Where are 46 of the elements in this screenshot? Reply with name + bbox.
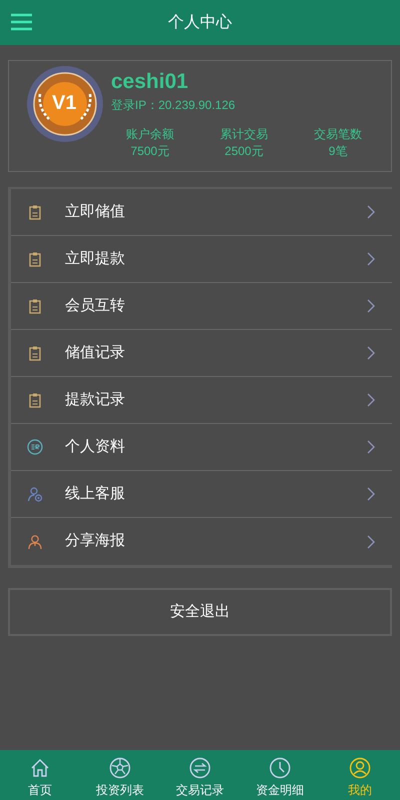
chevron-right-icon: [367, 205, 375, 219]
level-label: V1: [52, 91, 76, 116]
menu-item[interactable]: 立即提款: [11, 236, 392, 283]
menu-item[interactable]: 线上客服: [11, 471, 392, 518]
clipboard-icon: [27, 204, 43, 220]
tab-bar-item[interactable]: 资金明细: [240, 750, 320, 800]
level-badge-icon: [27, 66, 103, 142]
stat-value: 7500元: [130, 143, 170, 160]
clipboard-icon: [27, 298, 43, 314]
stat-value: 9笔: [328, 143, 348, 160]
chevron-right-icon: [367, 440, 375, 454]
tab-bar-item[interactable]: 投资列表: [80, 750, 160, 800]
logout-button[interactable]: 安全退出: [8, 588, 392, 636]
user-icon: [349, 757, 371, 779]
chevron-right-icon: [367, 252, 375, 266]
login-ip: 登录IP：20.239.90.126: [111, 97, 236, 114]
tab-bar-item[interactable]: 首页: [0, 750, 80, 800]
ball-icon: [109, 757, 131, 779]
person-icon: [27, 534, 43, 550]
menu-item[interactable]: 储值记录: [11, 330, 392, 377]
chevron-right-icon: [367, 299, 375, 313]
id-badge-icon: [27, 439, 43, 455]
menu-item[interactable]: 会员互转: [11, 283, 392, 330]
home-icon: [29, 757, 51, 779]
menu-item[interactable]: 分享海报: [11, 518, 392, 565]
clock-icon: [269, 757, 291, 779]
chevron-right-icon: [367, 393, 375, 407]
chevron-right-icon: [367, 346, 375, 360]
chevron-right-icon: [367, 534, 375, 548]
menu-item[interactable]: 个人资料: [11, 424, 392, 471]
username: ceshi01: [111, 69, 190, 95]
exchange-icon: [189, 757, 211, 779]
user-gear-icon: [27, 486, 43, 502]
menu-icon[interactable]: [11, 13, 32, 31]
clipboard-icon: [27, 251, 43, 267]
stat-label: 交易笔数: [314, 126, 362, 143]
clipboard-icon: [27, 392, 43, 408]
chevron-right-icon: [367, 487, 375, 501]
page-title: 个人中心: [168, 12, 232, 32]
stat-value: 2500元: [224, 143, 264, 160]
menu-item[interactable]: 提款记录: [11, 377, 392, 424]
menu-item[interactable]: 立即储值: [11, 189, 392, 236]
stat-label: 累计交易: [220, 126, 268, 143]
stat-label: 账户余额: [126, 126, 174, 143]
tab-bar-item[interactable]: 交易记录: [160, 750, 240, 800]
clipboard-icon: [27, 345, 43, 361]
